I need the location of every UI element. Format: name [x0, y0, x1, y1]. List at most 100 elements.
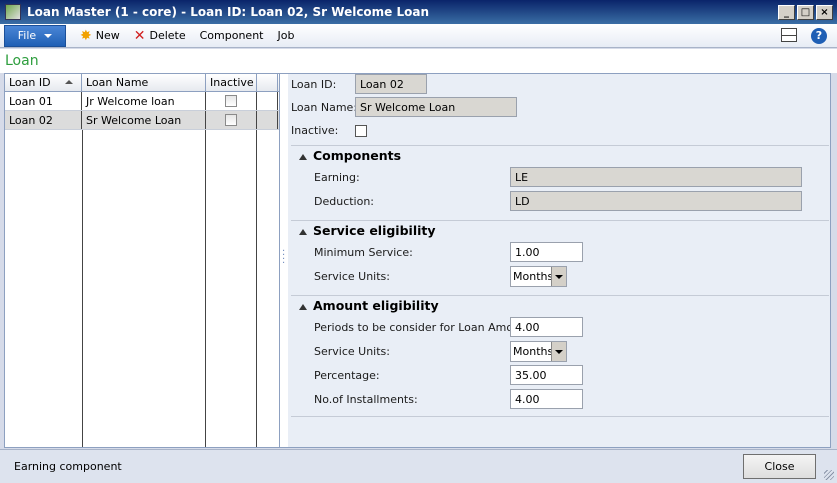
loan-id-row: Loan ID: Loan 02	[291, 74, 427, 94]
deduction-row: Deduction: LD	[314, 191, 802, 211]
periods-label: Periods to be consider for Loan Amount:	[314, 320, 536, 334]
amount-eligibility-section: Amount eligibility Periods to be conside…	[291, 295, 829, 417]
splitter-handle[interactable]: · · · ·	[280, 74, 288, 447]
maximize-button[interactable]: □	[797, 4, 814, 20]
status-bar: Earning component Close	[0, 449, 837, 483]
layout-icon[interactable]	[781, 28, 797, 42]
close-window-button[interactable]: ×	[816, 4, 833, 20]
file-label: File	[17, 29, 37, 42]
earning-label: Earning:	[314, 170, 360, 184]
percentage-field[interactable]: 35.00	[510, 365, 583, 385]
grip-dots-icon: · · · ·	[282, 246, 286, 269]
deduction-field[interactable]: LD	[510, 191, 802, 211]
minimum-service-field[interactable]: 1.00	[510, 242, 583, 262]
minimum-service-label: Minimum Service:	[314, 245, 413, 259]
installments-row: No.of Installments: 4.00	[314, 389, 583, 409]
column-header-inactive[interactable]: Inactive	[206, 74, 257, 91]
service-eligibility-section: Service eligibility Minimum Service: 1.0…	[291, 220, 829, 295]
window-title: Loan Master (1 - core) - Loan ID: Loan 0…	[27, 5, 430, 19]
column-divider	[82, 130, 83, 447]
delete-x-icon: ✕	[133, 27, 146, 44]
new-star-icon: ✸	[80, 27, 92, 44]
inactive-checkbox[interactable]	[225, 95, 237, 107]
status-text: Earning component	[14, 460, 122, 473]
components-title: Components	[313, 148, 402, 163]
minimize-button[interactable]: _	[778, 4, 795, 20]
periods-field[interactable]: 4.00	[510, 317, 583, 337]
amount-units-row: Service Units: Months	[314, 341, 567, 362]
job-button[interactable]: Job	[278, 25, 295, 47]
loan-name-row: Loan Name: Sr Welcome Loan	[291, 97, 517, 117]
percentage-label: Percentage:	[314, 368, 380, 382]
cell-loan-id: Loan 02	[5, 111, 82, 129]
loan-name-label: Loan Name:	[291, 100, 358, 114]
cell-loan-id: Loan 01	[5, 92, 82, 110]
minimum-service-row: Minimum Service: 1.00	[314, 242, 583, 262]
dropdown-arrow-icon[interactable]	[551, 267, 566, 286]
loan-grid: Loan ID Loan Name Inactive Loan 01 Jr We…	[5, 74, 280, 447]
column-divider	[205, 130, 206, 447]
cell-inactive	[206, 92, 257, 110]
close-button[interactable]: Close	[743, 454, 816, 479]
column-header-loan-name[interactable]: Loan Name	[82, 74, 206, 91]
amount-units-value: Months	[513, 345, 551, 358]
loan-id-label: Loan ID:	[291, 77, 337, 91]
resize-grip-icon[interactable]	[824, 470, 834, 480]
file-menu-button[interactable]: File	[4, 24, 66, 47]
service-units-row: Service Units: Months	[314, 266, 567, 287]
dropdown-arrow-icon[interactable]	[551, 342, 566, 361]
installments-field[interactable]: 4.00	[510, 389, 583, 409]
loan-name-field[interactable]: Sr Welcome Loan	[355, 97, 517, 117]
deduction-label: Deduction:	[314, 194, 375, 208]
cell-loan-name: Jr Welcome loan	[82, 92, 206, 110]
inactive-label: Inactive:	[291, 124, 339, 137]
percentage-row: Percentage: 35.00	[314, 365, 583, 385]
component-label: Component	[199, 29, 264, 42]
periods-row: Periods to be consider for Loan Amount: …	[314, 317, 583, 337]
components-section: Components Earning: LE Deduction: LD	[291, 145, 829, 220]
collapse-triangle-icon[interactable]	[299, 154, 307, 160]
table-row-selected[interactable]: Loan 02 Sr Welcome Loan	[5, 111, 279, 130]
delete-button[interactable]: ✕ Delete	[134, 25, 186, 47]
loan-id-field[interactable]: Loan 02	[355, 74, 427, 94]
page-title: Loan	[5, 53, 39, 69]
amount-units-label: Service Units:	[314, 345, 390, 358]
window-controls: _ □ ×	[778, 4, 833, 20]
earning-row: Earning: LE	[314, 167, 802, 187]
amount-eligibility-title: Amount eligibility	[313, 298, 439, 313]
component-button[interactable]: Component	[200, 25, 264, 47]
column-header-blank	[257, 74, 278, 91]
delete-label: Delete	[149, 29, 186, 42]
sort-ascending-icon	[65, 80, 73, 84]
new-label: New	[95, 29, 120, 42]
cell-loan-name: Sr Welcome Loan	[82, 111, 206, 129]
job-label: Job	[277, 29, 295, 42]
service-eligibility-title: Service eligibility	[313, 223, 436, 238]
chevron-down-icon	[44, 33, 53, 38]
new-button[interactable]: ✸ New	[80, 25, 120, 47]
table-row[interactable]: Loan 01 Jr Welcome loan	[5, 92, 279, 111]
service-units-select[interactable]: Months	[510, 266, 567, 287]
service-units-value: Months	[513, 270, 551, 283]
form-header: Loan	[0, 49, 837, 73]
inactive-checkbox[interactable]	[225, 114, 237, 126]
title-bar: Loan Master (1 - core) - Loan ID: Loan 0…	[0, 0, 837, 24]
column-divider	[256, 130, 257, 447]
column-header-loan-id[interactable]: Loan ID	[5, 74, 82, 91]
details-pane: Loan ID: Loan 02 Loan Name: Sr Welcome L…	[288, 74, 830, 447]
earning-field[interactable]: LE	[510, 167, 802, 187]
inactive-checkbox[interactable]	[355, 124, 367, 137]
help-icon[interactable]: ?	[811, 28, 827, 44]
amount-units-select[interactable]: Months	[510, 341, 567, 362]
collapse-triangle-icon[interactable]	[299, 229, 307, 235]
cell-blank	[257, 92, 278, 110]
installments-label: No.of Installments:	[314, 392, 418, 406]
inactive-row: Inactive:	[291, 124, 367, 137]
cell-inactive	[206, 111, 257, 129]
form-content: Loan ID Loan Name Inactive Loan 01 Jr We…	[4, 73, 831, 448]
collapse-triangle-icon[interactable]	[299, 304, 307, 310]
cell-blank	[257, 111, 278, 129]
grid-empty-area	[5, 130, 280, 447]
action-pane: File ✸ New ✕ Delete Component Job ?	[0, 24, 837, 48]
grid-header: Loan ID Loan Name Inactive	[5, 74, 279, 92]
